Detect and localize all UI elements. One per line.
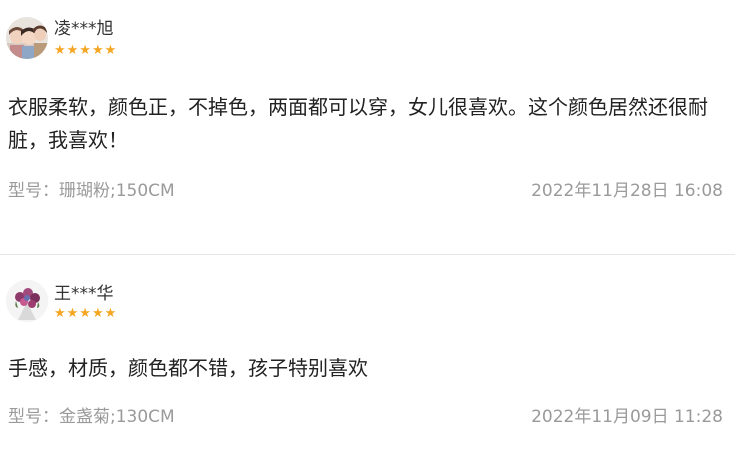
spec-label: 型号： bbox=[8, 407, 59, 427]
avatar-flowers-icon bbox=[6, 280, 48, 322]
review-meta: 型号：珊瑚粉;150CM 2022年11月28日 16:08 bbox=[8, 181, 723, 201]
spec-info: 型号：金盏菊;130CM bbox=[8, 407, 175, 427]
review-date: 2022年11月09日 11:28 bbox=[531, 407, 723, 427]
review-date: 2022年11月28日 16:08 bbox=[531, 181, 723, 201]
reviewer-name: 凌***旭 bbox=[54, 19, 114, 39]
spec-info: 型号：珊瑚粉;150CM bbox=[8, 181, 175, 201]
review-text: 手感，材质，颜色都不错，孩子特别喜欢 bbox=[8, 356, 368, 380]
spec-label: 型号： bbox=[8, 181, 59, 201]
spec-value: 金盏菊;130CM bbox=[59, 407, 175, 427]
review-card: 凌***旭 ★★★★★ 衣服柔软，颜色正，不掉色，两面都可以穿，女儿很喜欢。这个… bbox=[0, 0, 735, 255]
reviewer-name: 王***华 bbox=[54, 284, 114, 304]
star-rating: ★★★★★ bbox=[54, 306, 118, 321]
spec-value: 珊瑚粉;150CM bbox=[59, 181, 175, 201]
review-meta: 型号：金盏菊;130CM 2022年11月09日 11:28 bbox=[8, 407, 723, 427]
review-card: 王***华 ★★★★★ 手感，材质，颜色都不错，孩子特别喜欢 型号：金盏菊;13… bbox=[0, 255, 735, 460]
user-avatar[interactable] bbox=[6, 17, 48, 59]
avatar-photo-icon bbox=[6, 17, 48, 59]
user-avatar[interactable] bbox=[6, 280, 48, 322]
star-rating: ★★★★★ bbox=[54, 43, 118, 58]
review-text: 衣服柔软，颜色正，不掉色，两面都可以穿，女儿很喜欢。这个颜色居然还很耐脏，我喜欢… bbox=[8, 95, 708, 152]
